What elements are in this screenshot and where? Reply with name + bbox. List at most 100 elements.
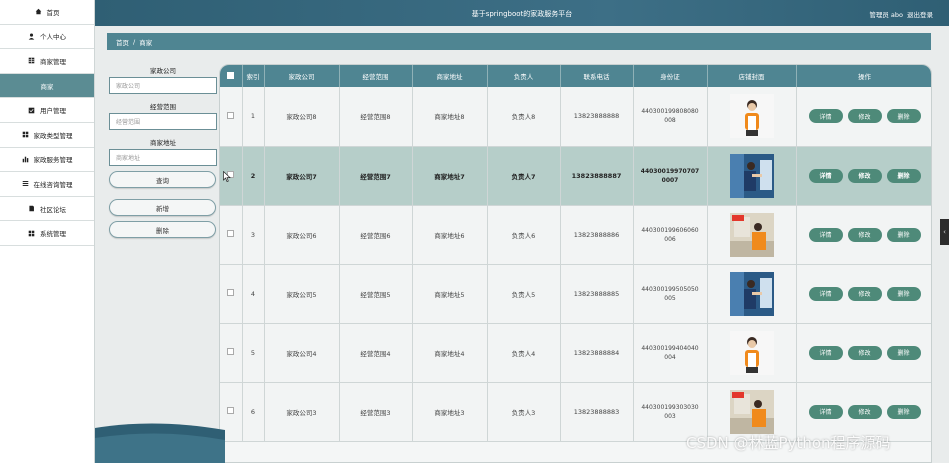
company-filter-label: 家政公司 <box>150 67 176 75</box>
delete-button[interactable]: 删除 <box>886 404 921 419</box>
address-cell: 商家地址8 <box>412 87 488 147</box>
row-select-cell[interactable] <box>220 205 243 265</box>
sidebar-item-service-mgmt[interactable]: 家政服务管理 <box>0 148 94 173</box>
company-cell: 家政公司3 <box>264 382 340 442</box>
table-row[interactable]: 2 家政公司7 经营范围7 商家地址7 负责人7 13823888887 440300199… <box>220 146 931 206</box>
column-header: 店铺封面 <box>707 65 797 87</box>
column-header: 索引 <box>242 65 265 87</box>
edit-button[interactable]: 修改 <box>847 345 882 360</box>
cover-cell <box>707 205 797 265</box>
company-cell: 家政公司7 <box>264 146 340 206</box>
row-checkbox[interactable] <box>227 289 235 296</box>
sidebar-item-consult-mgmt[interactable]: 在线咨询管理 <box>0 172 94 197</box>
row-select-cell[interactable] <box>220 264 243 324</box>
list-icon <box>22 180 29 187</box>
company-filter-input[interactable]: 家政公司 <box>109 77 217 94</box>
shop-cover-image <box>729 330 774 375</box>
delete-button[interactable]: 删除 <box>886 109 921 124</box>
company-cell: 家政公司8 <box>264 87 340 147</box>
phone-cell: 13823888883 <box>560 382 634 442</box>
actions-cell: 详情 修改 删除 <box>796 264 931 324</box>
row-checkbox[interactable] <box>227 348 235 355</box>
sidebar-item-label: 社区论坛 <box>40 205 66 214</box>
watermark-text: CSDN @林蓝Python程序源码 <box>686 434 891 452</box>
delete-button[interactable]: 删除 <box>886 286 921 301</box>
address-cell: 商家地址5 <box>412 264 488 324</box>
table-row[interactable]: 4 家政公司5 经营范围5 商家地址5 负责人5 13823888885 440300199… <box>220 264 931 324</box>
sidebar-item-forum[interactable]: 社区论坛 <box>0 197 94 222</box>
index-cell: 2 <box>242 146 265 206</box>
scope-cell: 经营范围6 <box>339 205 413 265</box>
index-cell: 3 <box>242 205 265 265</box>
edit-button[interactable]: 修改 <box>847 286 882 301</box>
table-row[interactable]: 3 家政公司6 经营范围6 商家地址6 负责人6 13823888886 440300199… <box>220 205 931 265</box>
row-checkbox[interactable] <box>227 407 235 414</box>
select-all-checkbox[interactable] <box>227 71 235 79</box>
sidebar-item-system[interactable]: 系统管理 <box>0 221 94 246</box>
actions-cell: 详情 修改 删除 <box>796 323 931 383</box>
logout-link[interactable]: 退出登录 <box>907 9 933 19</box>
sidebar-item-merchant[interactable]: 商家 <box>0 73 94 99</box>
add-button[interactable]: 新增 <box>109 199 216 216</box>
sidebar-item-profile[interactable]: 个人中心 <box>0 25 94 50</box>
select-all-header[interactable] <box>220 65 243 87</box>
detail-button[interactable]: 详情 <box>808 168 843 183</box>
grid-icon <box>28 230 35 237</box>
manager-cell: 负责人7 <box>487 146 561 206</box>
detail-button[interactable]: 详情 <box>808 404 843 419</box>
table-row[interactable]: 1 家政公司8 经营范围8 商家地址8 负责人8 13823888888 440300199… <box>220 87 931 147</box>
row-select-cell[interactable] <box>220 87 243 147</box>
scope-filter-label: 经营范围 <box>150 103 176 111</box>
sidebar-item-home[interactable]: 首页 <box>0 0 94 25</box>
breadcrumb-home[interactable]: 首页 <box>116 37 129 47</box>
cover-cell <box>707 87 797 147</box>
detail-button[interactable]: 详情 <box>808 109 843 124</box>
top-header: 基于springboot的家政服务平台 管理员 abo 退出登录 <box>95 0 949 26</box>
index-cell: 1 <box>242 87 265 147</box>
address-filter-input[interactable]: 商家地址 <box>109 149 217 166</box>
batch-delete-button[interactable]: 删除 <box>109 221 216 238</box>
row-checkbox[interactable] <box>227 230 235 237</box>
phone-cell: 13823888886 <box>560 205 634 265</box>
detail-button[interactable]: 详情 <box>808 227 843 242</box>
sidebar-item-service-type[interactable]: 家政类型管理 <box>0 123 94 148</box>
phone-cell: 13823888887 <box>560 146 634 206</box>
edit-button[interactable]: 修改 <box>847 168 882 183</box>
wave-decoration <box>95 423 225 463</box>
search-button[interactable]: 查询 <box>109 171 216 188</box>
side-collapse-tab[interactable]: ‹ <box>940 219 949 245</box>
sidebar-item-label: 用户管理 <box>40 107 66 116</box>
company-cell: 家政公司4 <box>264 323 340 383</box>
sidebar-item-user-mgmt[interactable]: 用户管理 <box>0 98 94 123</box>
breadcrumb: 首页 / 商家 <box>107 33 931 50</box>
manager-cell: 负责人8 <box>487 87 561 147</box>
sidebar-item-merchant-mgmt[interactable]: 商家管理 <box>0 49 94 74</box>
column-header: 经营范围 <box>339 65 413 87</box>
address-cell: 商家地址4 <box>412 323 488 383</box>
edit-button[interactable]: 修改 <box>847 109 882 124</box>
shop-cover-image <box>729 212 774 257</box>
delete-button[interactable]: 删除 <box>886 345 921 360</box>
address-cell: 商家地址6 <box>412 205 488 265</box>
edit-button[interactable]: 修改 <box>847 404 882 419</box>
detail-button[interactable]: 详情 <box>808 286 843 301</box>
detail-button[interactable]: 详情 <box>808 345 843 360</box>
manager-cell: 负责人4 <box>487 323 561 383</box>
row-select-cell[interactable] <box>220 323 243 383</box>
phone-cell: 13823888884 <box>560 323 634 383</box>
actions-cell: 详情 修改 删除 <box>796 146 931 206</box>
shop-cover-image <box>729 271 774 316</box>
edit-button[interactable]: 修改 <box>847 227 882 242</box>
sidebar-item-label: 系统管理 <box>40 230 66 239</box>
table-row[interactable]: 5 家政公司4 经营范围4 商家地址4 负责人4 13823888884 440300199… <box>220 323 931 383</box>
delete-button[interactable]: 删除 <box>886 168 921 183</box>
row-checkbox[interactable] <box>227 111 235 119</box>
delete-button[interactable]: 删除 <box>886 227 921 242</box>
sidebar: 首页 个人中心 商家管理 商家 用户管理 家政类型管理 家政服务管理 在线咨询管… <box>0 0 95 463</box>
scope-filter-input[interactable]: 经营范围 <box>109 113 217 130</box>
home-icon <box>35 8 42 15</box>
phone-cell: 13823888885 <box>560 264 634 324</box>
column-header: 家政公司 <box>264 65 340 87</box>
phone-cell: 13823888888 <box>560 87 634 147</box>
sidebar-item-label: 个人中心 <box>40 33 66 42</box>
